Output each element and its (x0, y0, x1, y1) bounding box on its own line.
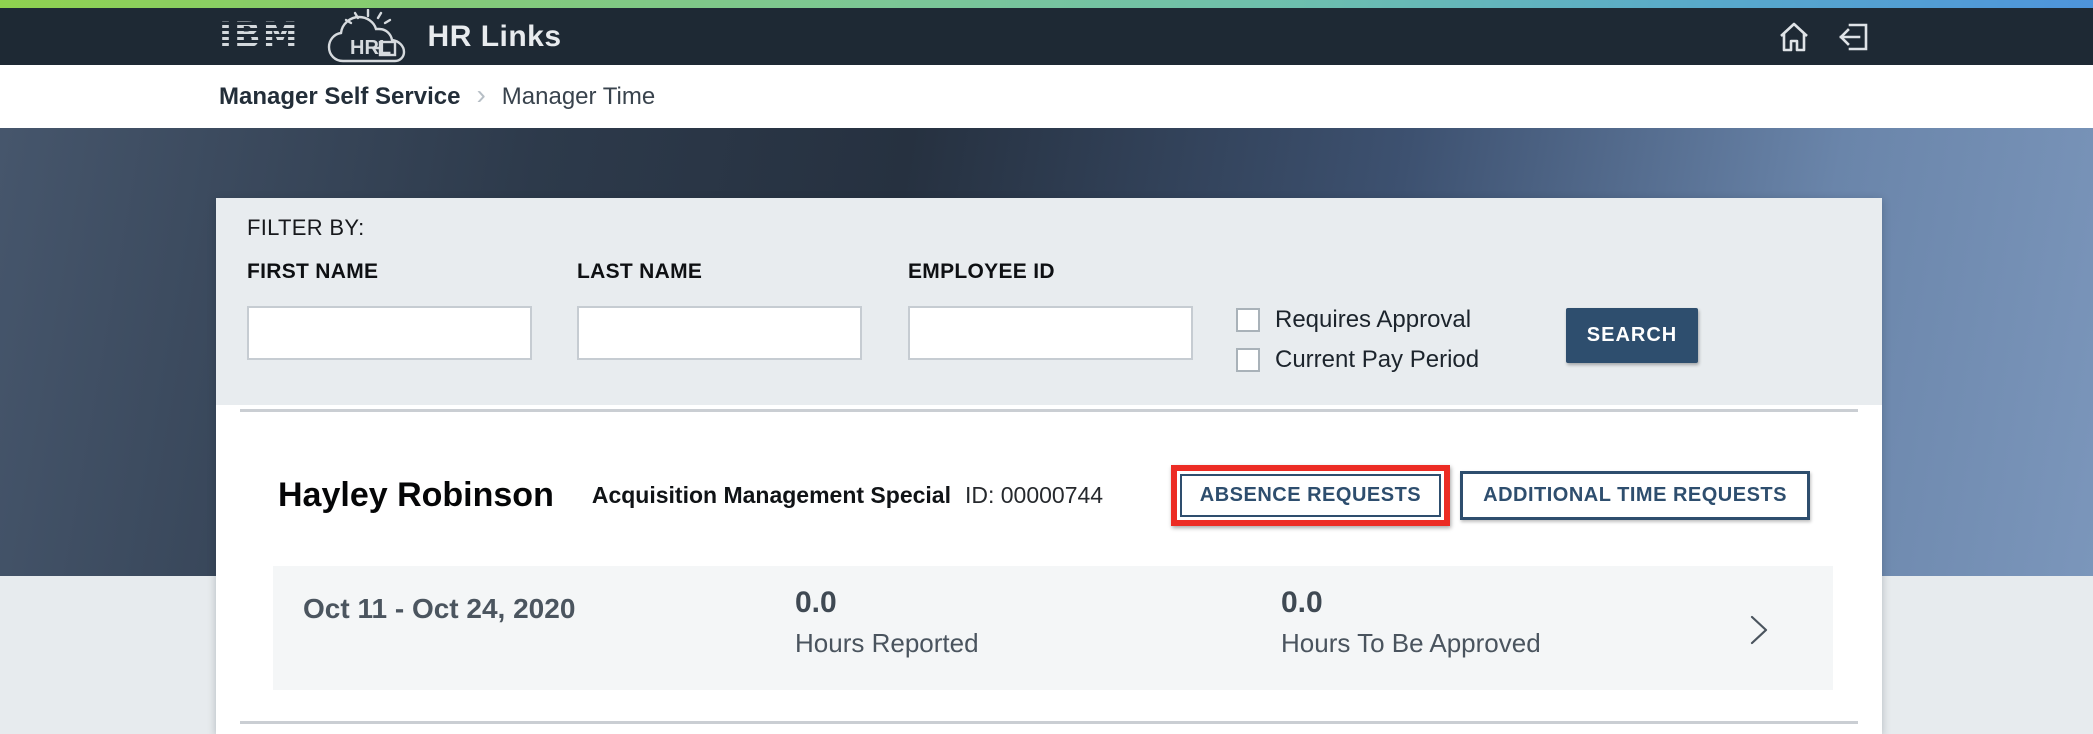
requires-approval-label: Requires Approval (1275, 306, 1472, 333)
employee-job-title: Acquisition Management Special (591, 481, 951, 508)
current-pay-period-checkbox[interactable] (1236, 348, 1260, 372)
accent-gradient-bar (0, 0, 2093, 8)
home-icon[interactable] (1777, 20, 1811, 54)
employee-name: Hayley Robinson (278, 475, 554, 514)
ibm-logo: IBM (217, 16, 302, 56)
app-header: IBM HRL HR Links (0, 8, 2093, 65)
employee-header-row: Hayley Robinson Acquisition Management S… (216, 464, 1882, 526)
content-divider-bottom (240, 721, 1858, 724)
manager-time-card: FILTER BY: FIRST NAME LAST NAME EMPLOYEE… (216, 198, 1882, 734)
search-button[interactable]: SEARCH (1566, 308, 1698, 363)
breadcrumb-separator-icon: › (476, 78, 486, 110)
hours-to-be-approved-block: 0.0 Hours To Be Approved (1281, 586, 1541, 659)
hours-to-be-approved-value: 0.0 (1281, 586, 1323, 619)
employee-id-field-group: EMPLOYEE ID (908, 260, 1193, 360)
breadcrumb: Manager Self Service › Manager Time (0, 65, 2093, 128)
first-name-field-group: FIRST NAME (247, 260, 532, 360)
employee-id-label: EMPLOYEE ID (908, 260, 1055, 283)
absence-requests-highlight-box: ABSENCE REQUESTS (1170, 464, 1451, 526)
current-pay-period-row: Current Pay Period (1236, 346, 1479, 374)
hr-links-cloud-logo-icon: HRL (327, 8, 405, 62)
hours-reported-label: Hours Reported (795, 628, 979, 658)
filter-checkboxes: Requires Approval Current Pay Period (1236, 306, 1479, 386)
additional-time-requests-button[interactable]: ADDITIONAL TIME REQUESTS (1460, 470, 1810, 520)
last-name-field-group: LAST NAME (577, 260, 862, 360)
breadcrumb-section[interactable]: Manager Self Service (219, 83, 460, 111)
breadcrumb-page: Manager Time (501, 82, 656, 110)
last-name-input[interactable] (577, 306, 862, 360)
filter-panel: FILTER BY: FIRST NAME LAST NAME EMPLOYEE… (216, 198, 1882, 405)
header-actions (1777, 20, 2093, 54)
sign-out-icon[interactable] (1837, 20, 1871, 54)
current-pay-period-label: Current Pay Period (1275, 346, 1480, 373)
brand-block: IBM HRL HR Links (0, 8, 562, 65)
hours-reported-block: 0.0 Hours Reported (795, 586, 979, 659)
svg-text:HRL: HRL (350, 37, 391, 59)
content-divider-top (240, 409, 1858, 412)
last-name-label: LAST NAME (577, 260, 703, 283)
pay-period-chevron-right-icon[interactable] (1747, 614, 1771, 651)
requires-approval-checkbox[interactable] (1236, 308, 1260, 332)
first-name-label: FIRST NAME (247, 260, 379, 283)
hours-to-be-approved-label: Hours To Be Approved (1281, 628, 1541, 658)
requires-approval-row: Requires Approval (1236, 306, 1479, 334)
employee-id-input[interactable] (908, 306, 1193, 360)
employee-id-value: ID: 00000744 (964, 481, 1104, 508)
pay-period-row[interactable]: Oct 11 - Oct 24, 2020 0.0 Hours Reported… (273, 566, 1833, 690)
filter-title: FILTER BY: (247, 215, 365, 240)
hours-reported-value: 0.0 (795, 586, 837, 619)
pay-period-date-range: Oct 11 - Oct 24, 2020 (303, 593, 576, 624)
product-name: HR Links (427, 19, 562, 53)
employee-action-buttons: ABSENCE REQUESTS ADDITIONAL TIME REQUEST… (1170, 464, 1810, 526)
absence-requests-button[interactable]: ABSENCE REQUESTS (1179, 473, 1442, 517)
first-name-input[interactable] (247, 306, 532, 360)
